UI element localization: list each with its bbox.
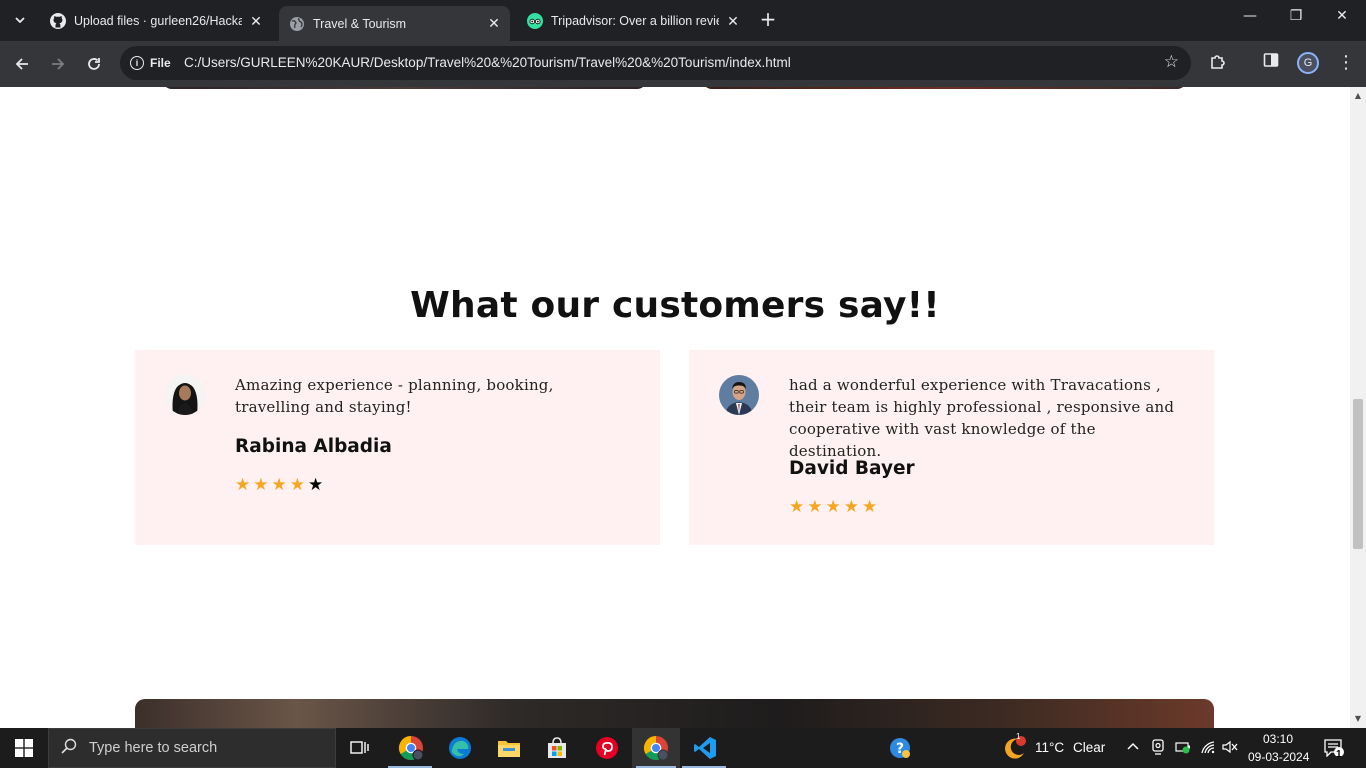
minimize-icon[interactable]: — [1230, 8, 1270, 32]
close-tab-icon[interactable]: ✕ [248, 13, 264, 30]
customer-name: Rabina Albadia [235, 436, 392, 457]
page-scrollbar[interactable]: ▲ ▼ [1350, 87, 1366, 728]
star-filled-icon: ★ [253, 475, 269, 495]
star-filled-icon: ★ [235, 475, 251, 495]
star-filled-icon: ★ [807, 497, 823, 517]
tab-title: Tripadvisor: Over a billion review [551, 14, 719, 28]
scroll-up-icon[interactable]: ▲ [1350, 91, 1366, 100]
tab-upload-files[interactable]: Upload files · gurleen26/Hackat ✕ [40, 6, 272, 36]
volume-muted-icon[interactable] [1222, 739, 1238, 760]
taskbar-active-app[interactable] [632, 728, 680, 768]
weather-moon-icon[interactable]: 1 [1000, 732, 1028, 762]
new-tab-plus-icon[interactable]: + [758, 9, 778, 31]
section-title: What our customers say!! [410, 285, 940, 326]
customer-avatar [719, 375, 759, 415]
browser-tabstrip: Upload files · gurleen26/Hackat ✕ Travel… [0, 0, 1366, 41]
vscode-icon[interactable] [691, 734, 719, 762]
url-text[interactable]: C:/Users/GURLEEN%20KAUR/Desktop/Travel%2… [184, 55, 791, 70]
star-filled-icon: ★ [862, 497, 878, 517]
testimonial-quote: had a wonderful experience with Travacat… [789, 376, 1175, 460]
side-panel-icon[interactable] [1263, 52, 1279, 72]
file-explorer-icon[interactable] [495, 734, 523, 762]
chrome-icon [642, 734, 670, 762]
task-view-icon[interactable] [346, 734, 374, 762]
destination-image-right [702, 87, 1187, 89]
tab-travel-tourism[interactable]: Travel & Tourism ✕ [279, 6, 510, 41]
star-filled-icon: ★ [289, 475, 305, 495]
windows-start-icon[interactable] [0, 728, 48, 768]
testimonial-quote: Amazing experience - planning, booking, … [235, 376, 554, 416]
windows-taskbar: Type here to search ? 1 11°C Clear 03:10… [0, 728, 1366, 768]
tab-title: Upload files · gurleen26/Hackat [74, 14, 242, 28]
restore-icon[interactable]: ❐ [1276, 8, 1316, 32]
profile-avatar[interactable]: G [1297, 52, 1319, 74]
extensions-puzzle-icon[interactable] [1209, 52, 1227, 74]
site-info-chip[interactable]: i File [126, 51, 179, 75]
customer-name: David Bayer [789, 458, 915, 479]
pinterest-icon[interactable] [593, 734, 621, 762]
more-menu-icon[interactable]: ⋮ [1337, 52, 1355, 73]
weather-description[interactable]: Clear [1073, 740, 1105, 755]
customer-avatar [165, 375, 205, 415]
tab-title: Travel & Tourism [313, 16, 407, 31]
microsoft-store-icon[interactable] [543, 734, 571, 762]
next-section-image [135, 699, 1214, 728]
edge-icon[interactable] [446, 734, 474, 762]
clock-date[interactable]: 09-03-2024 [1248, 750, 1309, 764]
clock-time[interactable]: 03:10 [1263, 732, 1293, 746]
scroll-down-icon[interactable]: ▼ [1350, 714, 1366, 723]
battery-icon[interactable] [1175, 740, 1191, 759]
close-window-icon[interactable]: ✕ [1322, 8, 1362, 32]
help-icon[interactable]: ? [886, 734, 914, 762]
search-placeholder: Type here to search [89, 740, 218, 756]
close-tab-icon[interactable]: ✕ [486, 15, 502, 32]
star-filled-icon: ★ [271, 475, 287, 495]
show-hidden-icons-chevron-icon[interactable] [1127, 738, 1139, 753]
star-filled-icon: ★ [789, 497, 805, 517]
star-filled-icon: ★ [843, 497, 859, 517]
star-empty-icon: ★ [308, 475, 324, 495]
tab-tripadvisor[interactable]: Tripadvisor: Over a billion review ✕ [517, 6, 749, 36]
testimonial-card: had a wonderful experience with Travacat… [689, 350, 1214, 545]
notification-count: 1 [1336, 749, 1342, 760]
taskbar-search-input[interactable]: Type here to search [48, 728, 336, 768]
bookmark-star-icon[interactable]: ☆ [1164, 52, 1179, 72]
close-tab-icon[interactable]: ✕ [725, 13, 741, 30]
forward-arrow-icon[interactable] [45, 51, 71, 77]
globe-icon [289, 16, 305, 32]
reload-icon[interactable] [81, 51, 107, 77]
tab-search-chevron-icon[interactable] [6, 8, 34, 32]
weather-temperature[interactable]: 11°C [1035, 740, 1064, 755]
star-rating: ★ ★ ★ ★ ★ [235, 477, 323, 494]
destination-image-left [162, 87, 647, 89]
search-icon [61, 738, 83, 758]
address-bar[interactable]: i File C:/Users/GURLEEN%20KAUR/Desktop/T… [120, 46, 1191, 80]
wifi-icon[interactable] [1200, 740, 1216, 759]
browser-toolbar: i File C:/Users/GURLEEN%20KAUR/Desktop/T… [0, 41, 1366, 87]
scroll-thumb[interactable] [1353, 399, 1363, 549]
info-icon: i [130, 56, 144, 70]
chrome-icon[interactable] [397, 734, 425, 762]
back-arrow-icon[interactable] [9, 51, 35, 77]
site-info-label: File [150, 56, 171, 70]
camera-tray-icon[interactable] [1151, 739, 1165, 760]
page-viewport: What our customers say!! Amazing experie… [0, 87, 1350, 728]
tripadvisor-icon [527, 13, 543, 29]
star-filled-icon: ★ [825, 497, 841, 517]
weather-badge: 1 [1016, 732, 1021, 741]
github-icon [50, 13, 66, 29]
star-rating: ★ ★ ★ ★ ★ [789, 499, 877, 516]
testimonial-card: Amazing experience - planning, booking, … [135, 350, 660, 545]
